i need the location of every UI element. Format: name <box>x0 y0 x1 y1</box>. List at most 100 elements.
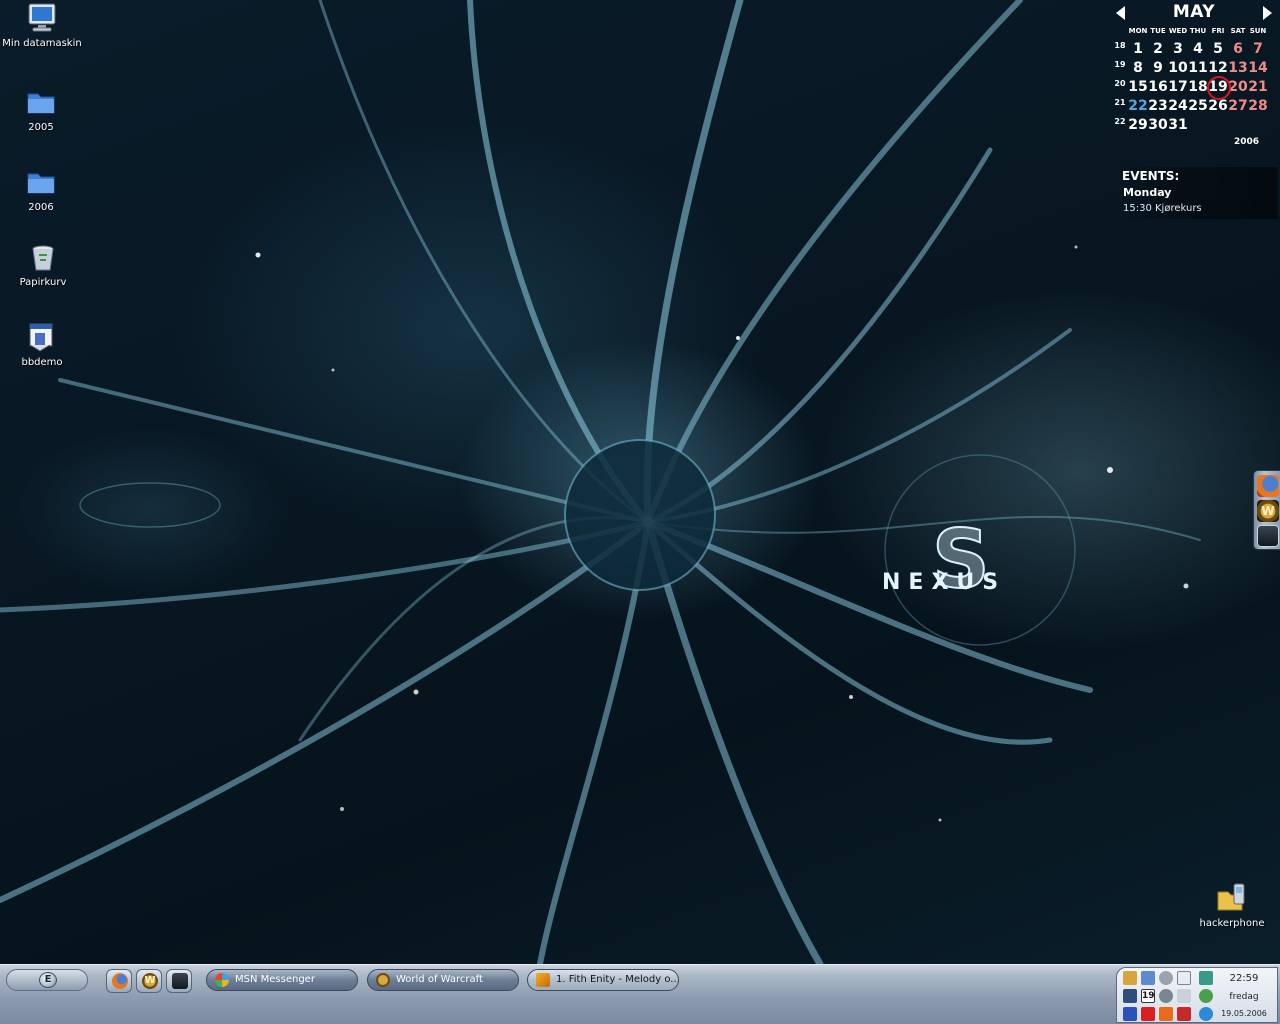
calendar-day[interactable]: 12 <box>1208 60 1228 76</box>
world-of-warcraft-icon: W <box>142 973 158 989</box>
calendar-day[interactable]: 9 <box>1148 60 1168 76</box>
tray-antivirus-icon[interactable] <box>1141 1007 1155 1021</box>
calendar-day[interactable]: 11 <box>1188 60 1208 76</box>
program-icon <box>26 321 58 353</box>
taskbar-button-label: World of Warcraft <box>396 974 483 985</box>
tray-shield-icon[interactable] <box>1177 1007 1191 1021</box>
calendar-weekday: MON <box>1128 27 1148 35</box>
clock-day: fredag <box>1229 992 1259 1002</box>
calendar-day-event[interactable]: 22 <box>1128 98 1148 114</box>
tray-network-icon[interactable] <box>1141 971 1155 985</box>
system-tray: 19 22:59 fredag 19.05.2006 <box>1116 967 1278 1023</box>
desktop-icon-min-datamaskin[interactable]: Min datamaskin <box>2 2 82 50</box>
calendar-day[interactable]: 27 <box>1228 98 1248 114</box>
desktop-icon-label: Min datamaskin <box>2 38 82 49</box>
calendar-day[interactable]: 20 <box>1228 79 1248 95</box>
nexus-logo-text: Nexus <box>882 570 1007 595</box>
desktop-icon-label: hackerphone <box>1199 918 1265 929</box>
calendar-day[interactable]: 28 <box>1248 98 1268 114</box>
quicklaunch-steam[interactable] <box>166 969 192 993</box>
tray-mouse-icon[interactable] <box>1177 971 1191 985</box>
taskbar: E W MSN Messenger World of Warcraft 1. F… <box>0 964 1280 1024</box>
calendar-day[interactable]: 7 <box>1248 41 1268 57</box>
calendar-day[interactable]: 3 <box>1168 41 1188 57</box>
tray-bluetooth-icon[interactable] <box>1123 1007 1137 1021</box>
calendar-weekday: THU <box>1189 27 1207 35</box>
calendar-day[interactable]: 4 <box>1188 41 1208 57</box>
calendar-weekday: WED <box>1168 27 1188 35</box>
taskbar-button-label: MSN Messenger <box>235 974 315 985</box>
tray-update-icon[interactable] <box>1199 1007 1213 1021</box>
calendar-year: 2006 <box>1234 137 1260 147</box>
calendar-day[interactable]: 17 <box>1168 79 1188 95</box>
folder-phone-icon <box>1216 882 1248 914</box>
calendar-day[interactable]: 24 <box>1168 98 1188 114</box>
quicklaunch-firefox[interactable] <box>106 969 132 993</box>
desktop-icon-papirkurv[interactable]: Papirkurv <box>3 241 83 289</box>
tray-sync-icon[interactable] <box>1199 989 1213 1003</box>
desktop-icon-2005[interactable]: 2005 <box>1 86 81 134</box>
calendar-day[interactable]: 10 <box>1168 60 1188 76</box>
tray-pencil-icon[interactable] <box>1123 971 1137 985</box>
calendar-day[interactable]: 16 <box>1148 79 1168 95</box>
desktop-icon-label: 2006 <box>28 202 54 213</box>
calendar-day[interactable]: 31 <box>1168 117 1188 133</box>
recycle-bin-icon <box>27 241 59 273</box>
calendar-day[interactable]: 18 <box>1188 79 1208 95</box>
tray-settings-icon[interactable] <box>1159 989 1173 1003</box>
calendar-week-number: 19 <box>1114 60 1126 69</box>
steam-icon[interactable] <box>1257 525 1279 547</box>
tray-monitor-icon[interactable] <box>1123 989 1137 1003</box>
clock-time[interactable]: 22:59 <box>1214 973 1274 984</box>
tray-disk-icon[interactable] <box>1159 971 1173 985</box>
calendar-day[interactable]: 8 <box>1128 60 1148 76</box>
desktop-icon-2006[interactable]: 2006 <box>1 166 81 214</box>
side-launcher: W <box>1253 470 1280 550</box>
folder-icon <box>25 86 57 118</box>
calendar-day[interactable]: 23 <box>1148 98 1168 114</box>
calendar-day[interactable]: 26 <box>1208 98 1228 114</box>
desktop-icon-label: Papirkurv <box>19 277 67 288</box>
tray-flash-icon[interactable] <box>1159 1007 1173 1021</box>
event-item[interactable]: 15:30 Kjørekurs <box>1123 203 1202 214</box>
events-widget: EVENTS: Monday 15:30 Kjørekurs <box>1118 167 1278 219</box>
calendar-day[interactable]: 13 <box>1228 60 1248 76</box>
calendar-today-marker <box>1207 76 1231 100</box>
tray-volume-icon[interactable] <box>1177 989 1191 1003</box>
calendar-week-number: 21 <box>1114 98 1126 107</box>
calendar-day[interactable]: 15 <box>1128 79 1148 95</box>
calendar-next-arrow-icon[interactable] <box>1263 6 1272 20</box>
calendar-weekday: SAT <box>1230 27 1246 35</box>
quicklaunch-world-of-warcraft[interactable]: W <box>136 969 162 993</box>
taskbar-button-label: 1. Fith Enity - Melody o... <box>556 974 679 985</box>
computer-icon <box>26 2 58 34</box>
desktop-icon-hackerphone[interactable]: hackerphone <box>1192 882 1272 930</box>
firefox-icon[interactable] <box>1257 475 1279 497</box>
start-button[interactable]: E <box>6 969 88 991</box>
world-of-warcraft-icon <box>376 973 390 987</box>
world-of-warcraft-icon[interactable]: W <box>1257 500 1279 522</box>
desktop-icon-label: bbdemo <box>21 357 63 368</box>
desktop-icon-bbdemo[interactable]: bbdemo <box>2 321 82 369</box>
start-orb-icon: E <box>39 972 57 988</box>
calendar-day[interactable]: 29 <box>1128 117 1148 133</box>
calendar-day[interactable]: 6 <box>1228 41 1248 57</box>
calendar-day[interactable]: 14 <box>1248 60 1268 76</box>
calendar-weekday: SUN <box>1249 27 1267 35</box>
calendar-month: MAY <box>1172 2 1216 22</box>
taskbar-button-world-of-warcraft[interactable]: World of Warcraft <box>367 969 519 991</box>
tray-calendar-icon[interactable]: 19 <box>1141 989 1155 1003</box>
calendar-day[interactable]: 25 <box>1188 98 1208 114</box>
calendar-day[interactable]: 21 <box>1248 79 1268 95</box>
taskbar-button-winamp[interactable]: 1. Fith Enity - Melody o... <box>527 969 679 991</box>
calendar-day[interactable]: 2 <box>1148 41 1168 57</box>
clock-date: 19.05.2006 <box>1221 1009 1267 1018</box>
calendar-day[interactable]: 1 <box>1128 41 1148 57</box>
calendar-day[interactable]: 5 <box>1208 41 1228 57</box>
calendar-weekday: TUE <box>1150 27 1166 35</box>
folder-icon <box>25 166 57 198</box>
tray-phone-icon[interactable] <box>1199 971 1213 985</box>
nexus-logo: S Nexus <box>882 513 1007 606</box>
calendar-day[interactable]: 30 <box>1148 117 1168 133</box>
taskbar-button-msn-messenger[interactable]: MSN Messenger <box>206 969 358 991</box>
